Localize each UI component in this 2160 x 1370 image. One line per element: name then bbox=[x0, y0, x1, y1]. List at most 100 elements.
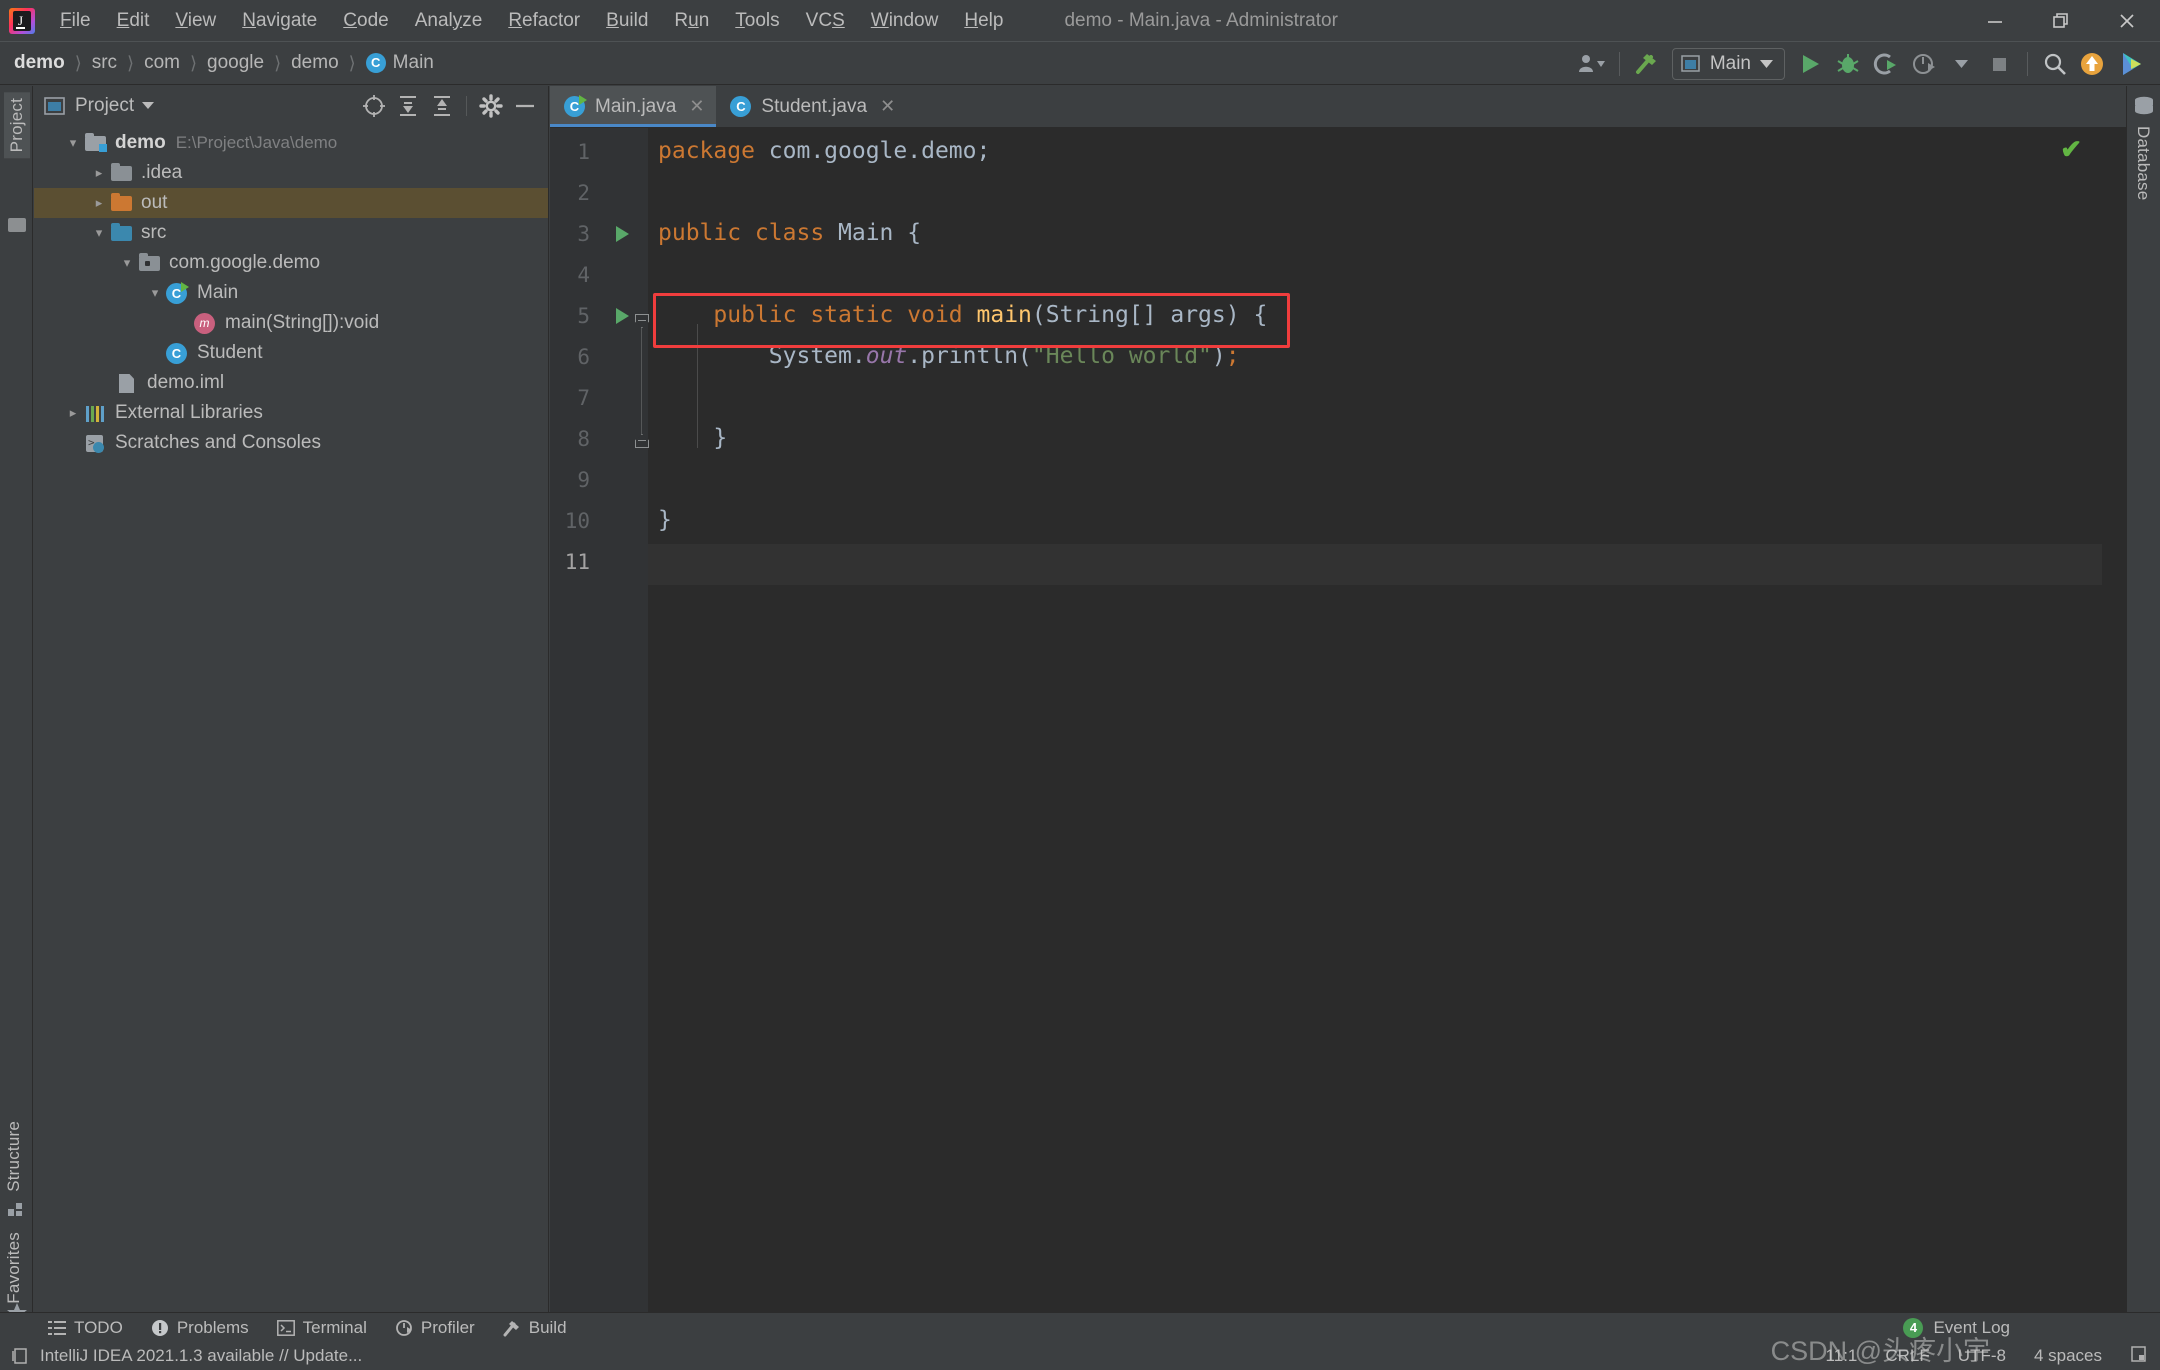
chevron-down-icon[interactable]: ▾ bbox=[62, 135, 84, 151]
bottom-tab-todo[interactable]: TODO bbox=[34, 1318, 137, 1338]
tree-item-package[interactable]: ▾ com.google.demo bbox=[34, 248, 548, 278]
left-tool-window-stripe: Project Structure Favorites bbox=[0, 86, 33, 1322]
profile-icon[interactable] bbox=[1905, 45, 1943, 83]
code-editor[interactable]: 1 2 3 4 5 6 7 8 9 10 11 package com.goog… bbox=[550, 128, 2126, 1312]
gutter-run-icon[interactable] bbox=[616, 308, 629, 324]
read-write-lock-icon[interactable] bbox=[2130, 1345, 2148, 1368]
collapse-all-icon[interactable] bbox=[427, 91, 457, 121]
tree-item-out[interactable]: ▸ out bbox=[34, 188, 548, 218]
run-with-coverage-icon[interactable] bbox=[1867, 45, 1905, 83]
tree-label: Main bbox=[197, 282, 239, 303]
sidebar-item-structure[interactable]: Structure bbox=[4, 1121, 24, 1192]
maximize-button[interactable] bbox=[2028, 0, 2094, 41]
profiler-icon bbox=[395, 1319, 412, 1336]
indent-setting[interactable]: 4 spaces bbox=[2034, 1346, 2102, 1366]
tree-item-main-class[interactable]: ▾ C Main bbox=[34, 278, 548, 308]
tree-item-student-class[interactable]: C Student bbox=[34, 338, 548, 368]
user-avatar-icon[interactable] bbox=[1573, 45, 1611, 83]
line-number: 4 bbox=[577, 263, 590, 287]
chevron-down-icon[interactable] bbox=[1943, 45, 1981, 83]
gutter-run-icon[interactable] bbox=[616, 226, 629, 242]
menu-navigate[interactable]: Navigate bbox=[229, 6, 330, 36]
status-message[interactable]: IntelliJ IDEA 2021.1.3 available // Upda… bbox=[40, 1346, 362, 1366]
debug-icon[interactable] bbox=[1829, 45, 1867, 83]
chevron-down-icon[interactable]: ▾ bbox=[88, 225, 110, 241]
minimize-button[interactable] bbox=[1962, 0, 2028, 41]
class-icon: C bbox=[166, 343, 189, 364]
menu-refactor[interactable]: Refactor bbox=[495, 6, 593, 36]
breadcrumb-item-class[interactable]: Main bbox=[393, 52, 434, 74]
menu-edit[interactable]: Edit bbox=[104, 6, 163, 36]
tree-item-scratches[interactable]: >_ Scratches and Consoles bbox=[34, 428, 548, 458]
line-number-current: 11 bbox=[564, 550, 590, 574]
todo-list-icon bbox=[48, 1320, 66, 1335]
menu-build[interactable]: Build bbox=[593, 6, 661, 36]
chevron-down-icon[interactable] bbox=[142, 97, 155, 115]
bottom-tab-problems[interactable]: Problems bbox=[137, 1318, 263, 1338]
chevron-right-icon[interactable]: ▸ bbox=[88, 165, 110, 181]
settings-gear-icon[interactable] bbox=[476, 91, 506, 121]
sidebar-item-project[interactable]: Project bbox=[4, 92, 30, 159]
breadcrumb: demo ⟩ src ⟩ com ⟩ google ⟩ demo ⟩ C Mai… bbox=[0, 52, 434, 74]
bottom-tab-build[interactable]: Build bbox=[489, 1318, 581, 1338]
menu-tools[interactable]: Tools bbox=[722, 6, 792, 36]
fold-end-icon[interactable] bbox=[635, 434, 649, 448]
sidebar-item-database[interactable]: Database bbox=[2133, 126, 2153, 200]
close-icon[interactable]: ✕ bbox=[880, 96, 895, 117]
tree-item-main-method[interactable]: m main(String[]):void bbox=[34, 308, 548, 338]
breadcrumb-item-4[interactable]: demo bbox=[291, 52, 339, 74]
build-hammer-icon[interactable] bbox=[1628, 45, 1666, 83]
locate-icon[interactable] bbox=[359, 91, 389, 121]
close-button[interactable] bbox=[2094, 0, 2160, 41]
tab-main-java[interactable]: C Main.java ✕ bbox=[550, 86, 717, 127]
database-icon bbox=[2133, 96, 2155, 123]
menu-run[interactable]: Run bbox=[661, 6, 722, 36]
breadcrumb-item-1[interactable]: src bbox=[92, 52, 117, 74]
chevron-right-icon[interactable]: ▸ bbox=[88, 195, 110, 211]
search-everywhere-icon[interactable] bbox=[2036, 45, 2074, 83]
menu-vcs[interactable]: VCS bbox=[793, 6, 858, 36]
status-message-area[interactable]: IntelliJ IDEA 2021.1.3 available // Upda… bbox=[0, 1346, 362, 1366]
tree-item-external-libraries[interactable]: ▸ External Libraries bbox=[34, 398, 548, 428]
menu-window[interactable]: Window bbox=[858, 6, 952, 36]
run-configuration-selector[interactable]: Main bbox=[1671, 48, 1785, 80]
menu-code[interactable]: Code bbox=[330, 6, 401, 36]
project-window-icon bbox=[44, 96, 65, 115]
menu-file[interactable]: File bbox=[47, 6, 104, 36]
update-project-icon[interactable] bbox=[2074, 45, 2112, 83]
menu-help[interactable]: Help bbox=[951, 6, 1016, 36]
editor-gutter[interactable]: 1 2 3 4 5 6 7 8 9 10 11 bbox=[550, 128, 649, 1312]
breadcrumb-item-0[interactable]: demo bbox=[14, 52, 65, 74]
project-tree[interactable]: ▾ demo E:\Project\Java\demo ▸ .idea ▸ ou… bbox=[34, 128, 548, 1312]
code-text-area[interactable]: package com.google.demo; public class Ma… bbox=[648, 128, 2126, 1312]
sidebar-item-favorites[interactable]: Favorites bbox=[4, 1232, 24, 1304]
tree-item-iml-file[interactable]: demo.iml bbox=[34, 368, 548, 398]
chevron-down-icon[interactable]: ▾ bbox=[144, 285, 166, 301]
chevron-right-icon[interactable]: ▸ bbox=[62, 405, 84, 421]
tree-item-idea[interactable]: ▸ .idea bbox=[34, 158, 548, 188]
stop-icon[interactable] bbox=[1981, 45, 2019, 83]
editor-analysis-scrollbar[interactable] bbox=[2102, 170, 2126, 1312]
tree-item-src[interactable]: ▾ src bbox=[34, 218, 548, 248]
menu-view[interactable]: View bbox=[162, 6, 229, 36]
inspection-ok-icon[interactable]: ✔ bbox=[2060, 134, 2082, 165]
tab-student-java[interactable]: C Student.java ✕ bbox=[716, 86, 907, 127]
bottom-tab-profiler[interactable]: Profiler bbox=[381, 1318, 489, 1338]
run-icon[interactable] bbox=[1791, 45, 1829, 83]
ide-features-icon[interactable] bbox=[2112, 45, 2150, 83]
hide-icon[interactable] bbox=[510, 91, 540, 121]
close-icon[interactable]: ✕ bbox=[689, 96, 704, 117]
breadcrumb-item-2[interactable]: com bbox=[144, 52, 180, 74]
bottom-tab-terminal[interactable]: Terminal bbox=[263, 1318, 381, 1338]
folder-icon bbox=[110, 163, 133, 183]
fold-collapse-icon[interactable] bbox=[635, 314, 649, 328]
line-number: 1 bbox=[577, 140, 590, 164]
project-folder-icon bbox=[84, 133, 107, 153]
bottom-tab-label: TODO bbox=[74, 1317, 123, 1337]
tree-item-demo[interactable]: ▾ demo E:\Project\Java\demo bbox=[34, 128, 548, 158]
expand-all-icon[interactable] bbox=[393, 91, 423, 121]
chevron-down-icon[interactable]: ▾ bbox=[116, 255, 138, 271]
menu-analyze[interactable]: Analyze bbox=[402, 6, 496, 36]
breadcrumb-item-3[interactable]: google bbox=[207, 52, 264, 74]
bottom-tab-label: Terminal bbox=[302, 1317, 367, 1337]
